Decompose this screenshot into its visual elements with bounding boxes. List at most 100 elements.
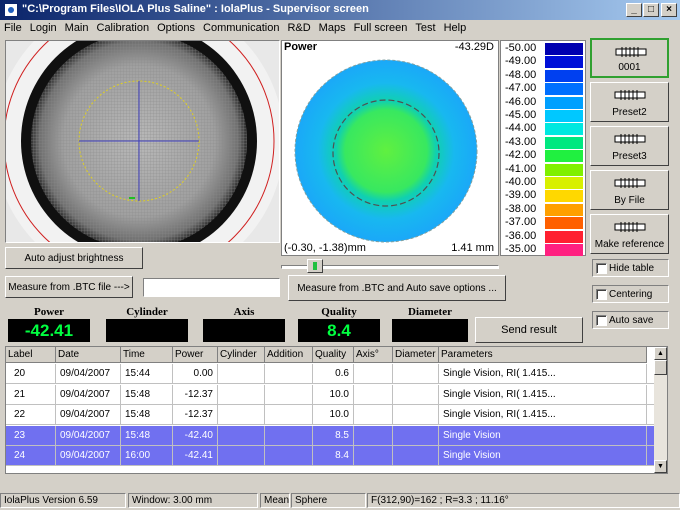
- hide-table-checkbox[interactable]: Hide table: [592, 259, 669, 277]
- column-header[interactable]: Diameter: [393, 347, 439, 363]
- measure-btc-auto-save-button[interactable]: Measure from .BTC and Auto save options …: [288, 275, 506, 301]
- status-readout: F(312,90)=162 ; R=3.3 ; 11.16°: [367, 493, 680, 508]
- column-header[interactable]: Power: [173, 347, 218, 363]
- btc-file-input[interactable]: [143, 278, 280, 297]
- quality-result-value: 8.4: [298, 319, 380, 342]
- table-cell: [265, 384, 313, 405]
- preset3-button[interactable]: Preset3: [590, 126, 669, 166]
- column-header[interactable]: Date: [56, 347, 121, 363]
- status-version: IolaPlus Version 6.59: [0, 493, 126, 508]
- column-header[interactable]: Cylinder: [218, 347, 265, 363]
- table-cell: 16:00: [121, 446, 173, 466]
- menu-communication[interactable]: Communication: [199, 20, 283, 36]
- table-cell: 23: [6, 425, 56, 446]
- measure-from-btc-button[interactable]: Measure from .BTC file --->: [5, 276, 133, 298]
- status-mode: Mean: [260, 493, 290, 508]
- column-header[interactable]: Axis°: [354, 347, 393, 363]
- scale-swatch: [545, 163, 583, 176]
- auto-adjust-brightness-button[interactable]: Auto adjust brightness: [5, 247, 143, 269]
- power-map-coords: (-0.30, -1.38)mm: [284, 242, 366, 254]
- scale-label: -40.00: [505, 176, 537, 188]
- menu-calibration[interactable]: Calibration: [93, 20, 154, 36]
- menu-maps[interactable]: Maps: [315, 20, 350, 36]
- by-file-label: By File: [614, 195, 645, 206]
- make-reference-button[interactable]: Make reference: [590, 214, 669, 254]
- table-scrollbar[interactable]: ▲ ▼: [654, 347, 667, 473]
- power-map-title: Power: [284, 41, 318, 53]
- checkbox-box[interactable]: [596, 289, 607, 300]
- column-header[interactable]: Parameters: [439, 347, 647, 363]
- table-cell: 15:44: [121, 364, 173, 384]
- centering-checkbox[interactable]: Centering: [592, 285, 669, 303]
- measurements-table[interactable]: Label Date Time Power Cylinder Addition Qualit…: [5, 346, 668, 474]
- column-header[interactable]: Quality: [313, 347, 354, 363]
- column-header[interactable]: Addition: [265, 347, 313, 363]
- power-map-graphic: [294, 59, 478, 243]
- scale-row: -41.00: [501, 163, 585, 176]
- scale-row: -36.00: [501, 230, 585, 243]
- menu-test[interactable]: Test: [411, 20, 439, 36]
- scroll-thumb[interactable]: [654, 360, 667, 375]
- table-row[interactable]: 22 09/04/2007 15:48 -12.37 10.0 Single Vision…: [6, 405, 656, 425]
- table-cell: 15:48: [121, 405, 173, 425]
- checkbox-box[interactable]: [596, 263, 607, 274]
- scroll-down-button[interactable]: ▼: [654, 460, 667, 473]
- status-window: Window: 3.00 mm: [128, 493, 258, 508]
- camera-view[interactable]: [5, 40, 280, 243]
- column-header[interactable]: Label: [6, 347, 56, 363]
- menu-full-screen[interactable]: Full screen: [350, 20, 412, 36]
- menu-options[interactable]: Options: [153, 20, 199, 36]
- column-header[interactable]: Time: [121, 347, 173, 363]
- scale-row: -37.00: [501, 216, 585, 230]
- scale-label: -49.00: [505, 55, 537, 68]
- diameter-result-label: Diameter: [408, 306, 452, 318]
- by-file-button[interactable]: By File: [590, 170, 669, 210]
- table-cell: -42.40: [173, 425, 218, 446]
- close-button[interactable]: ×: [661, 3, 677, 17]
- preset2-label: Preset2: [612, 107, 647, 118]
- slider-thumb[interactable]: [307, 259, 323, 273]
- table-cell: [393, 364, 439, 384]
- scale-swatch: [545, 190, 583, 203]
- menu-bar: File Login Main Calibration Options Communica…: [0, 20, 680, 38]
- table-cell: Single Vision, RI( 1.415...: [439, 405, 647, 425]
- scale-label: -48.00: [505, 68, 537, 81]
- scroll-up-button[interactable]: ▲: [654, 347, 667, 360]
- menu-file[interactable]: File: [0, 20, 26, 36]
- table-row[interactable]: 23 09/04/2007 15:48 -42.40 8.5 Single Vision: [6, 425, 656, 446]
- checkbox-box[interactable]: [596, 315, 607, 326]
- scale-row: -38.00: [501, 203, 585, 216]
- maximize-button[interactable]: □: [643, 3, 659, 17]
- preset-0001-button[interactable]: 0001: [590, 38, 669, 78]
- table-cell: [265, 446, 313, 466]
- table-row[interactable]: 24 09/04/2007 16:00 -42.41 8.4 Single Vision: [6, 446, 656, 466]
- power-map-slider[interactable]: [281, 259, 499, 273]
- quality-result-label: Quality: [321, 306, 357, 318]
- scale-label: -47.00: [505, 82, 537, 95]
- scale-row: -47.00: [501, 82, 585, 96]
- table-row[interactable]: 20 09/04/2007 15:44 0.00 0.6 Single Vision, R…: [6, 364, 656, 384]
- table-cell: [265, 425, 313, 446]
- menu-login[interactable]: Login: [26, 20, 61, 36]
- scale-label: -41.00: [505, 162, 537, 175]
- auto-save-checkbox[interactable]: Auto save: [592, 311, 669, 329]
- table-cell: [393, 405, 439, 425]
- menu-help[interactable]: Help: [440, 20, 471, 36]
- window-title: "C:\Program Files\IOLA Plus Saline" : Io…: [22, 3, 369, 15]
- power-map[interactable]: Power -43.29D (-0.30, -1.38)mm 1.41 mm: [281, 40, 499, 256]
- table-cell: [218, 446, 265, 466]
- scale-label: -45.00: [505, 109, 537, 121]
- scale-row: -49.00: [501, 55, 585, 69]
- table-cell: Single Vision: [439, 425, 647, 446]
- menu-main[interactable]: Main: [61, 20, 93, 36]
- table-cell: [218, 425, 265, 446]
- table-cell: 15:48: [121, 384, 173, 405]
- send-result-button[interactable]: Send result: [475, 317, 583, 343]
- preset2-button[interactable]: Preset2: [590, 82, 669, 122]
- scale-label: -42.00: [505, 149, 537, 162]
- table-cell: [218, 364, 265, 384]
- scale-label: -35.00: [505, 243, 537, 255]
- table-row[interactable]: 21 09/04/2007 15:48 -12.37 10.0 Single Vision…: [6, 384, 656, 405]
- minimize-button[interactable]: _: [626, 3, 642, 17]
- menu-rd[interactable]: R&D: [283, 20, 314, 36]
